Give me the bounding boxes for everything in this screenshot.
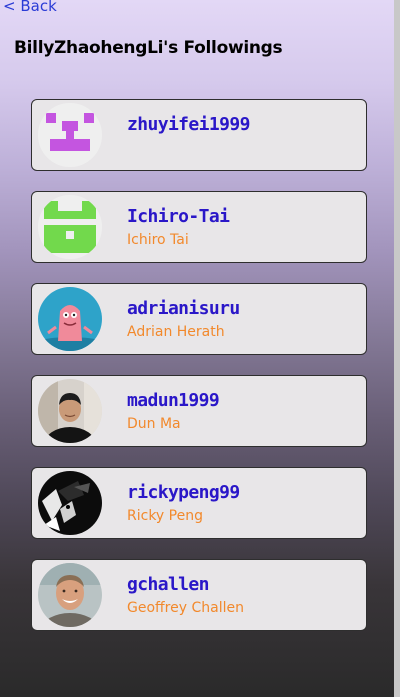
username[interactable]: rickypeng99	[127, 482, 240, 503]
full-name: Adrian Herath	[127, 324, 225, 340]
username[interactable]: zhuyifei1999	[127, 114, 250, 135]
page-title: BillyZhaohengLi's Followings	[14, 38, 283, 58]
full-name: Dun Ma	[127, 416, 181, 432]
full-name: Ichiro Tai	[127, 232, 189, 248]
username[interactable]: gchallen	[127, 574, 210, 595]
person-portrait-icon	[38, 379, 102, 443]
cartoon-character-icon	[38, 287, 102, 351]
identicon-green-avatar	[38, 195, 102, 259]
anime-portrait-icon	[38, 471, 102, 535]
username[interactable]: Ichiro-Tai	[127, 206, 230, 227]
full-name: Geoffrey Challen	[127, 600, 244, 616]
app-screen: < Back BillyZhaohengLi's Followings zhuy…	[0, 0, 394, 697]
portrait-photo-avatar	[38, 379, 102, 443]
identicon-green-icon	[38, 195, 102, 259]
identicon-purple-avatar	[38, 103, 102, 167]
portrait-photo-smiling-avatar	[38, 563, 102, 627]
scrollbar[interactable]	[394, 0, 400, 697]
user-card[interactable]: gchallen Geoffrey Challen	[31, 559, 367, 631]
user-card[interactable]: madun1999 Dun Ma	[31, 375, 367, 447]
back-link[interactable]: < Back	[3, 0, 57, 15]
cartoon-pink-character-avatar	[38, 287, 102, 351]
username[interactable]: madun1999	[127, 390, 220, 411]
person-portrait-smiling-icon	[38, 563, 102, 627]
scrollbar-thumb[interactable]	[394, 0, 400, 697]
user-card[interactable]: adrianisuru Adrian Herath	[31, 283, 367, 355]
identicon-purple-icon	[38, 103, 102, 167]
user-card[interactable]: rickypeng99 Ricky Peng	[31, 467, 367, 539]
followings-list: zhuyifei1999 Ichiro-Tai Ichiro Tai adria…	[31, 99, 367, 651]
user-card[interactable]: zhuyifei1999	[31, 99, 367, 171]
username[interactable]: adrianisuru	[127, 298, 240, 319]
anime-bw-portrait-avatar	[38, 471, 102, 535]
user-card[interactable]: Ichiro-Tai Ichiro Tai	[31, 191, 367, 263]
full-name: Ricky Peng	[127, 508, 203, 524]
